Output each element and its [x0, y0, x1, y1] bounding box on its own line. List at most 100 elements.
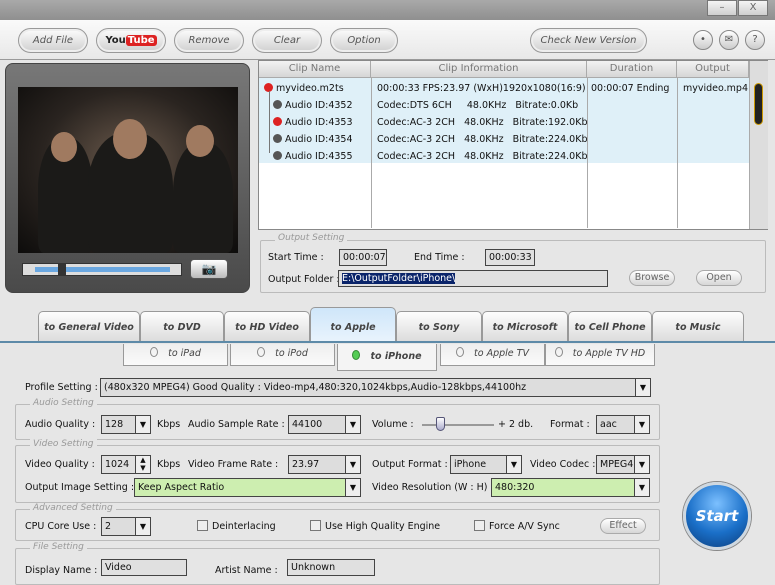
volume-handle[interactable]: [436, 417, 445, 431]
tab-to-microsoft[interactable]: to Microsoft: [482, 311, 568, 341]
checkbox-icon[interactable]: [474, 520, 485, 531]
cpu-core-select[interactable]: 2 ▼: [101, 517, 151, 536]
radio-icon[interactable]: [273, 134, 282, 143]
radio-icon[interactable]: [273, 117, 282, 126]
tab-to-apple[interactable]: to Apple: [310, 307, 396, 341]
video-resolution-select[interactable]: 480:320 ▼: [491, 478, 650, 497]
subtab-to-apple-tv-hd[interactable]: to Apple TV HD: [545, 344, 655, 366]
preview-seek-slider[interactable]: [22, 263, 182, 276]
list-scrollbar[interactable]: [749, 61, 768, 229]
chevron-down-icon: ▼: [635, 379, 650, 396]
clear-button[interactable]: Clear: [252, 28, 322, 53]
output-format-label: Output Format :: [372, 459, 448, 470]
column-header[interactable]: Output: [677, 61, 749, 78]
high-quality-checkbox[interactable]: Use High Quality Engine: [310, 518, 440, 535]
radio-icon[interactable]: [273, 100, 282, 109]
end-time-input[interactable]: 00:00:33: [485, 249, 535, 266]
check-new-version-button[interactable]: Check New Version: [530, 28, 647, 53]
clip-output: myvideo.mp4: [683, 83, 749, 94]
volume-value: + 2 db.: [498, 419, 534, 430]
checkbox-icon[interactable]: [310, 520, 321, 531]
group-title: Audio Setting: [30, 398, 97, 408]
tab-to-hd-video[interactable]: to HD Video: [224, 311, 310, 341]
subtab-to-ipod[interactable]: to iPod: [230, 344, 335, 366]
artist-name-input[interactable]: Unknown: [287, 559, 375, 576]
tab-to-dvd[interactable]: to DVD: [140, 311, 224, 341]
audio-track-row[interactable]: Audio ID:4354: [273, 131, 353, 148]
output-folder-input[interactable]: E:\OutputFolder\iPhone\: [338, 270, 608, 287]
artist-name-label: Artist Name :: [215, 565, 278, 576]
output-image-select[interactable]: Keep Aspect Ratio ▼: [134, 478, 361, 497]
help-icon[interactable]: ?: [745, 30, 765, 50]
subtab-label: to iPod: [275, 348, 308, 359]
track-name: Audio ID:4352: [285, 100, 353, 111]
open-button[interactable]: Open: [696, 270, 742, 286]
frame-rate-select[interactable]: 23.97 ▼: [288, 455, 361, 474]
seek-handle[interactable]: [58, 264, 66, 275]
track-info: Codec:AC-3 2CH 48.0KHz Bitrate:224.0Kb: [377, 151, 588, 162]
radio-icon: [456, 347, 465, 357]
chevron-down-icon: ▼: [345, 479, 360, 496]
column-header[interactable]: Clip Information: [371, 61, 587, 78]
audio-track-row[interactable]: Audio ID:4353: [273, 114, 353, 131]
sample-rate-select[interactable]: 44100 ▼: [288, 415, 361, 434]
volume-slider[interactable]: [422, 424, 494, 426]
minimize-button[interactable]: –: [707, 0, 737, 16]
format-label: Format :: [550, 419, 590, 430]
display-name-input[interactable]: Video: [101, 559, 187, 576]
output-format-select[interactable]: iPhone ▼: [450, 455, 522, 474]
tab-to-sony[interactable]: to Sony: [396, 311, 482, 341]
chevron-down-icon: ▼: [634, 456, 649, 473]
audio-format-select[interactable]: aac ▼: [596, 415, 650, 434]
start-time-input[interactable]: 00:00:07: [339, 249, 387, 266]
start-button[interactable]: Start: [683, 482, 751, 550]
camera-icon[interactable]: 📷: [190, 259, 228, 279]
mail-icon[interactable]: ✉: [719, 30, 739, 50]
figure: [173, 142, 233, 253]
radio-icon: [352, 350, 361, 360]
video-quality-label: Video Quality :: [25, 459, 95, 470]
column-header[interactable]: Clip Name: [259, 61, 371, 78]
video-codec-select[interactable]: MPEG4 ▼: [596, 455, 650, 474]
video-quality-spinner[interactable]: 1024 ▲ ▼: [101, 455, 151, 474]
tab-to-music[interactable]: to Music: [652, 311, 744, 341]
subtab-label: to Apple TV: [474, 348, 529, 359]
checkbox-icon[interactable]: [197, 520, 208, 531]
column-header[interactable]: Duration: [587, 61, 677, 78]
tab-to-general-video[interactable]: to General Video: [38, 311, 140, 341]
option-button[interactable]: Option: [330, 28, 398, 53]
force-av-sync-checkbox[interactable]: Force A/V Sync: [474, 518, 560, 535]
subtab-to-apple-tv[interactable]: to Apple TV: [440, 344, 545, 366]
deinterlacing-checkbox[interactable]: Deinterlacing: [197, 518, 276, 535]
tab-to-cell-phone[interactable]: to Cell Phone: [568, 311, 652, 341]
chevron-down-icon: ▼: [135, 416, 150, 433]
seek-track: [35, 267, 170, 272]
radio-icon: [257, 347, 266, 357]
audio-track-row[interactable]: Audio ID:4352: [273, 97, 353, 114]
end-time-label: End Time :: [414, 252, 465, 263]
youtube-button[interactable]: You Tube: [96, 28, 166, 53]
group-title: File Setting: [30, 542, 87, 552]
profile-setting-select[interactable]: (480x320 MPEG4) Good Quality : Video-mp4…: [100, 378, 651, 397]
audio-quality-select[interactable]: 128 ▼: [101, 415, 151, 434]
video-codec-label: Video Codec :: [530, 459, 596, 470]
output-folder-label: Output Folder :: [268, 274, 340, 285]
clip-duration: 00:00:07 Ending: [591, 83, 670, 94]
browse-button[interactable]: Browse: [629, 270, 675, 286]
close-button[interactable]: X: [738, 0, 768, 16]
video-preview: [18, 87, 238, 253]
video-resolution-label: Video Resolution (W : H) :: [372, 482, 494, 493]
add-file-button[interactable]: Add File: [18, 28, 88, 53]
profile-value: (480x320 MPEG4) Good Quality : Video-mp4…: [104, 382, 527, 393]
account-icon[interactable]: •: [693, 30, 713, 50]
remove-button[interactable]: Remove: [174, 28, 244, 53]
spinner-arrows-icon[interactable]: ▲ ▼: [135, 456, 150, 473]
subtab-to-iphone[interactable]: to iPhone: [337, 344, 437, 371]
effect-button[interactable]: Effect: [600, 518, 646, 534]
subtab-to-ipad[interactable]: to iPad: [123, 344, 228, 366]
subtab-label: to iPhone: [370, 351, 422, 362]
scroll-thumb[interactable]: [754, 83, 763, 125]
radio-icon[interactable]: [273, 151, 282, 160]
group-title: Video Setting: [30, 439, 97, 449]
audio-track-row[interactable]: Audio ID:4355: [273, 148, 353, 165]
